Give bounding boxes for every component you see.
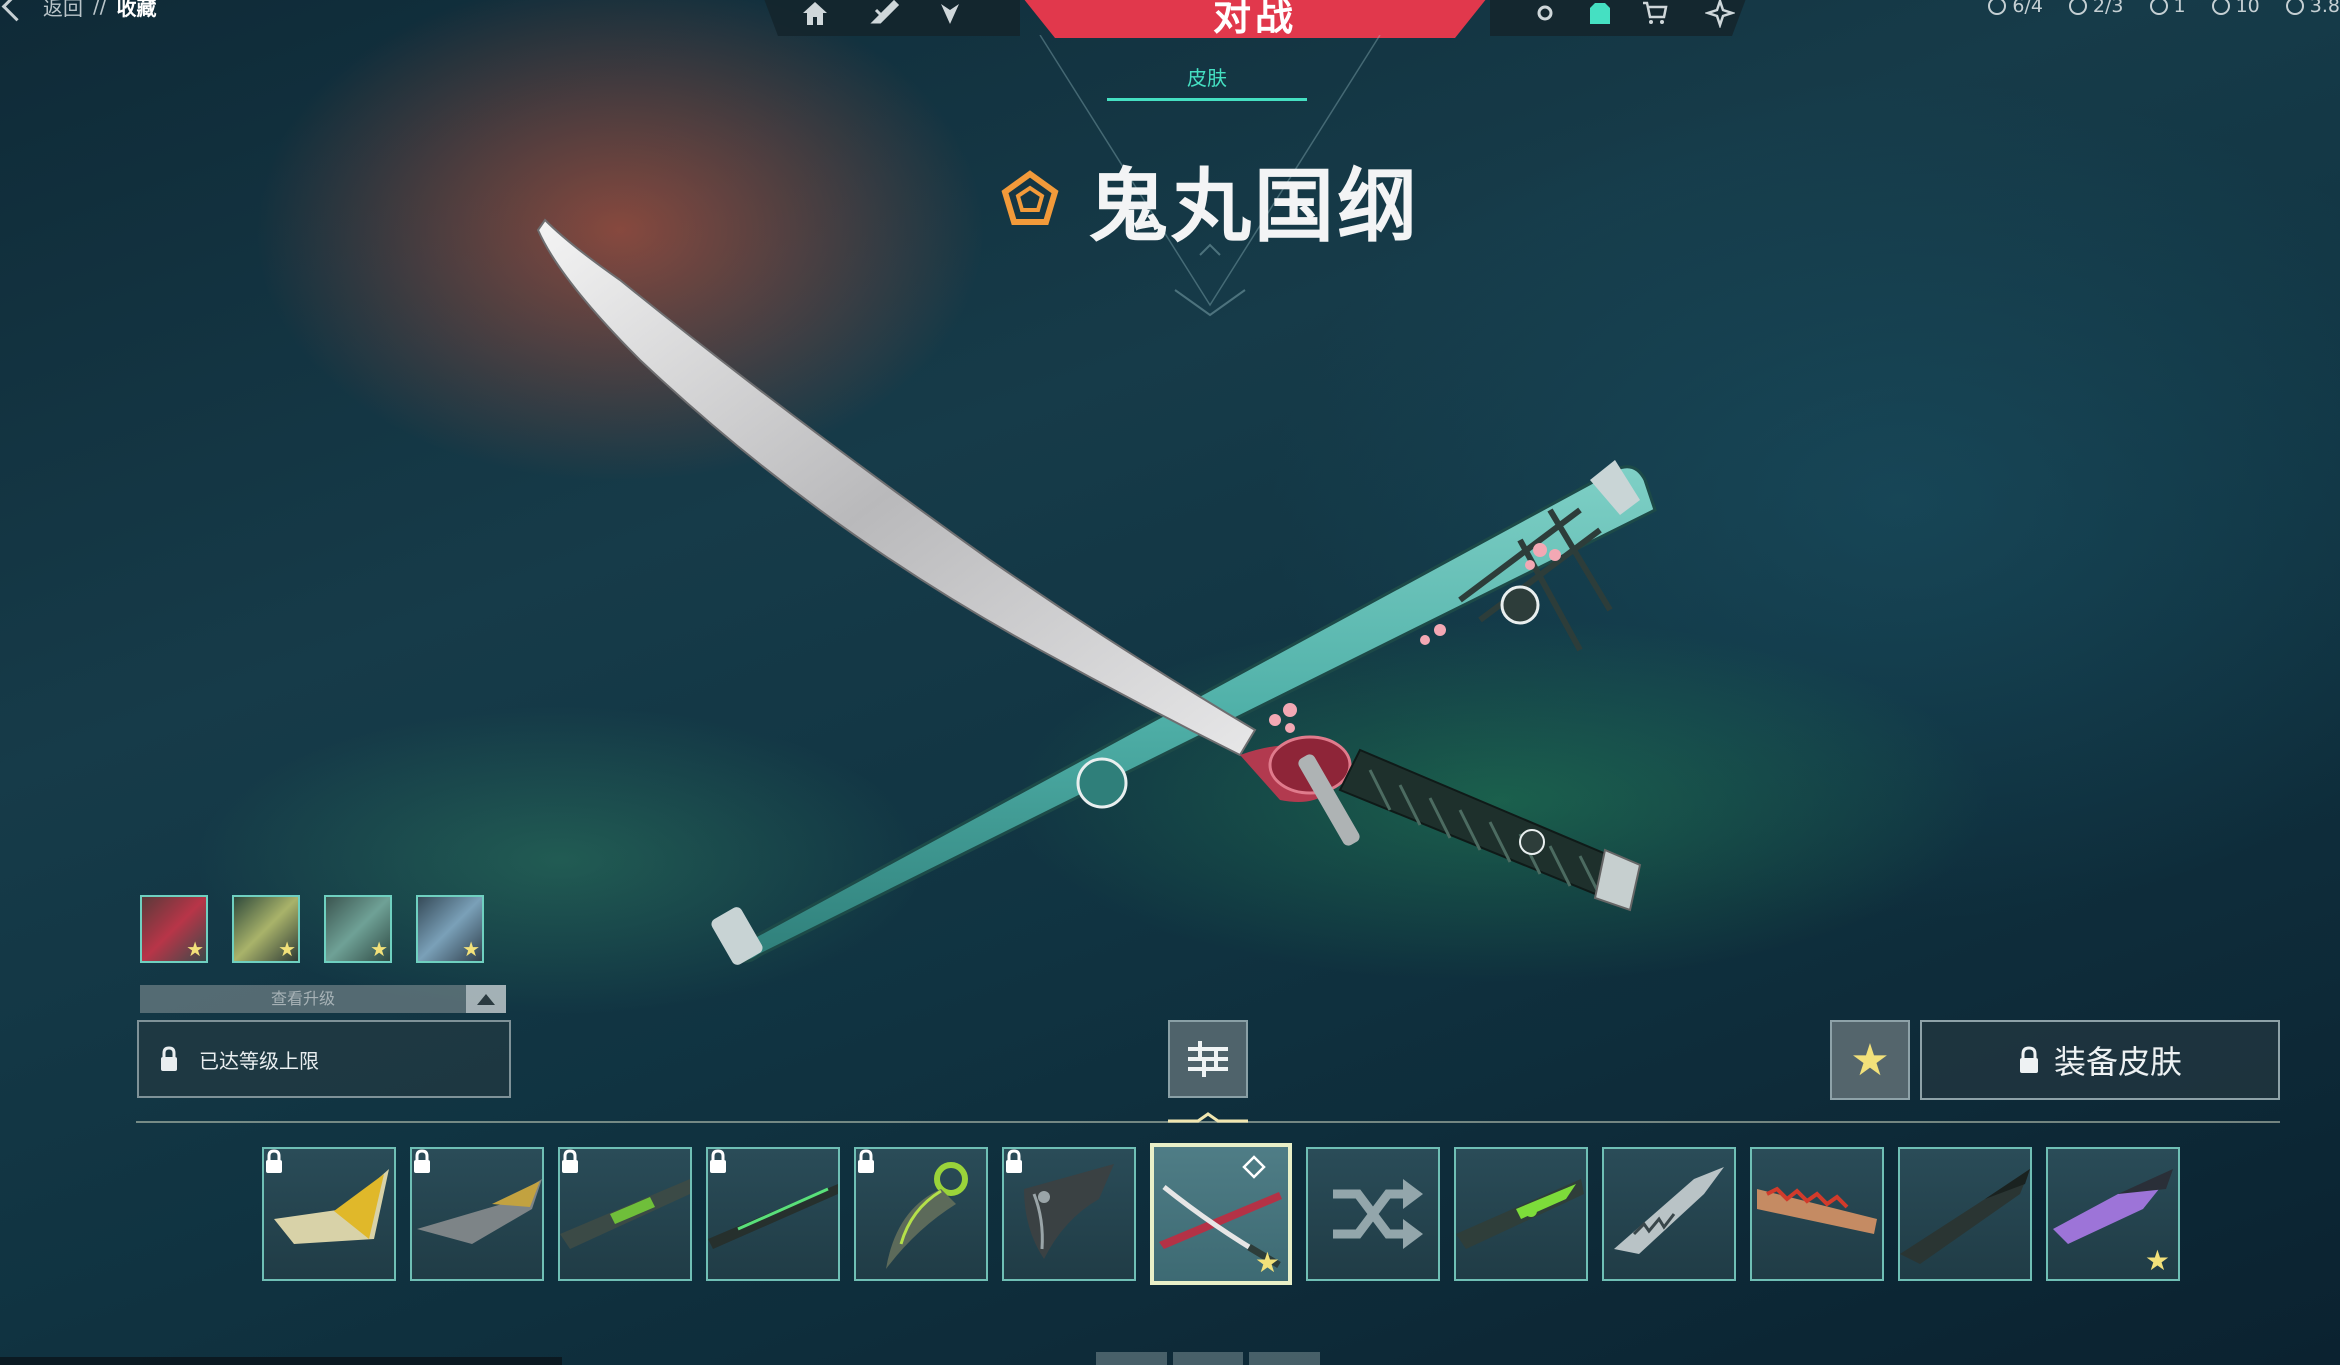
page-dot[interactable] [1172, 1352, 1244, 1365]
chevron-up-icon [477, 993, 495, 1005]
kingdom-credits-counter: 3.8 [2285, 0, 2340, 17]
knife-thumbnail [1456, 1179, 1584, 1249]
katana-artwork [536, 218, 1657, 965]
kingdom-credits-icon [2285, 0, 2304, 15]
sliders-icon [1188, 1041, 1228, 1077]
star-icon: ★ [278, 937, 296, 961]
category-tab[interactable]: 皮肤 [1107, 62, 1307, 91]
page-indicator [1096, 1352, 1321, 1365]
skin-strip: ★ ★ [262, 1143, 2180, 1285]
skin-card-orange-teeth-knife[interactable] [1750, 1147, 1884, 1281]
skin-card-serrated-blade[interactable] [1602, 1147, 1736, 1281]
career-icon[interactable] [1530, 0, 1560, 28]
breadcrumb: 返回 // 收藏 [0, 0, 157, 21]
home-icon[interactable] [800, 0, 830, 28]
store-icon[interactable] [1640, 0, 1670, 28]
star-icon: ★ [462, 937, 480, 961]
knife-thumbnail [1757, 1186, 1877, 1234]
agents-icon[interactable] [935, 0, 965, 28]
skin-card-green-rail-blade[interactable] [558, 1147, 692, 1281]
skin-card-purple-crystal-knife[interactable]: ★ [2046, 1147, 2180, 1281]
lock-icon [414, 1149, 430, 1173]
nav-left-group [760, 0, 1020, 36]
radianite-icon [2149, 0, 2168, 15]
star-icon: ★ [1254, 1246, 1280, 1279]
skin-card-onimaru-kunitsuna[interactable]: ★ [1150, 1143, 1292, 1285]
lock-icon [2019, 1046, 2038, 1073]
breadcrumb-current: 收藏 [116, 0, 157, 20]
skin-card-green-tech-knife[interactable] [1454, 1147, 1588, 1281]
equip-skin-label: 装备皮肤 [2053, 1043, 2182, 1081]
view-upgrades-label: 查看升级 [270, 989, 335, 1008]
blade [536, 218, 1257, 757]
contracts-counter: 2/3 [2068, 0, 2124, 17]
back-arrow-icon[interactable] [1, 0, 32, 21]
page-dot[interactable] [1096, 1352, 1167, 1365]
currency-bar: 6/4 2/3 1 10 3.8 [1988, 0, 2340, 18]
upgrade-status-text: 已达等级上限 [199, 1048, 319, 1073]
equip-skin-button[interactable]: 装备皮肤 [1920, 1020, 2280, 1100]
skin-card-neon-blade[interactable] [706, 1147, 840, 1281]
variant-swatch-2[interactable]: ★ [232, 895, 300, 963]
star-icon: ★ [370, 937, 388, 961]
divider-notch [1168, 1112, 1248, 1123]
skin-card-yellow-blade[interactable] [262, 1147, 396, 1281]
knife-thumbnail [1900, 1169, 2030, 1264]
vp-counter: 10 [2211, 0, 2260, 17]
vp-icon [2211, 0, 2230, 15]
skin-card-standard-knife[interactable] [1898, 1147, 2032, 1281]
collection-icon[interactable] [1585, 0, 1615, 28]
category-underline [1107, 98, 1307, 101]
star-icon: ★ [2144, 1244, 2170, 1277]
agents-counter: 6/4 [1988, 0, 2043, 17]
hilt [1240, 735, 1642, 912]
lock-icon [858, 1149, 874, 1173]
nav-right-group [1490, 0, 1750, 36]
agent-token-icon [1988, 0, 2007, 15]
lock-icon [266, 1149, 282, 1173]
filter-button[interactable] [1168, 1020, 1248, 1098]
breadcrumb-separator: // [93, 0, 107, 18]
weapons-icon[interactable] [870, 0, 900, 28]
expand-upgrades-button[interactable] [466, 985, 506, 1013]
star-icon: ★ [186, 937, 204, 961]
star-icon: ★ [1850, 1034, 1890, 1086]
lock-icon [710, 1149, 726, 1173]
favorite-button[interactable]: ★ [1830, 1020, 1910, 1100]
lock-icon [161, 1046, 177, 1071]
skin-card-random-shuffle[interactable] [1306, 1147, 1440, 1281]
top-nav: 对战 [760, 0, 1750, 36]
view-upgrades-bar[interactable]: 查看升级 [140, 985, 506, 1013]
horizontal-scrollbar[interactable] [0, 1357, 562, 1365]
back-link[interactable]: 返回 [43, 0, 83, 21]
shuffle-icon [1333, 1179, 1423, 1249]
upgrade-status-box: 已达等级上限 [137, 1020, 511, 1098]
tab-play[interactable]: 对战 [1015, 0, 1495, 38]
contract-icon [2068, 0, 2087, 15]
variant-selector: ★ ★ ★ ★ [140, 895, 484, 963]
lock-icon [562, 1149, 578, 1173]
variant-swatch-1[interactable]: ★ [140, 895, 208, 963]
skin-card-karambit[interactable] [854, 1147, 988, 1281]
variant-swatch-4[interactable]: ★ [416, 895, 484, 963]
skin-card-dark-karambit[interactable] [1002, 1147, 1136, 1281]
lock-icon [1006, 1149, 1022, 1173]
battlepass-icon[interactable] [1705, 0, 1735, 28]
page-dot[interactable] [1249, 1352, 1321, 1365]
knife-thumbnail [1614, 1167, 1724, 1254]
skin-card-tactical-knife[interactable] [410, 1147, 544, 1281]
variant-swatch-3[interactable]: ★ [324, 895, 392, 963]
radianite-counter: 1 [2149, 0, 2186, 17]
